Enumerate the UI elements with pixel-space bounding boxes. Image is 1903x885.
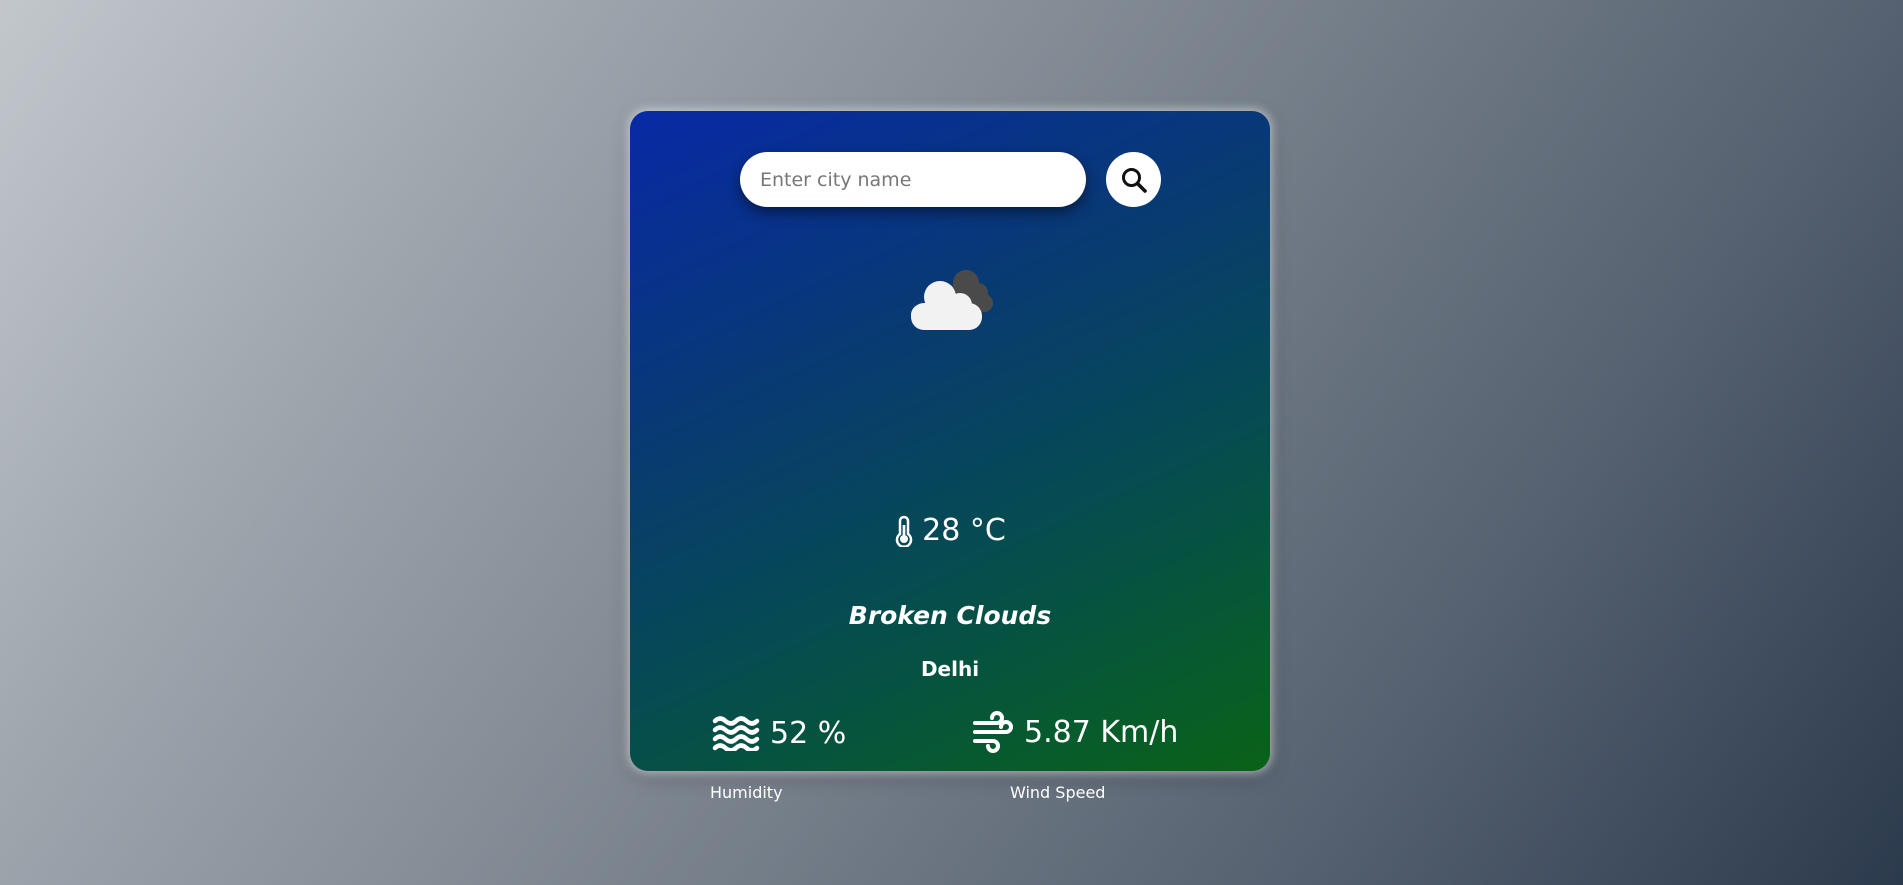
humidity-value: 52 % (770, 715, 847, 751)
weather-description: Broken Clouds (848, 601, 1052, 630)
wind-stat: 5.87 Km/h (972, 711, 1178, 753)
temperature-row: 28 °C (630, 513, 1270, 548)
city-search-input[interactable] (740, 152, 1086, 207)
search-icon (1121, 167, 1147, 193)
wind-speed-value: 5.87 Km/h (1024, 714, 1179, 750)
wind-icon (973, 711, 1013, 753)
humidity-stat: 52 % (712, 715, 846, 751)
broken-clouds-icon (911, 270, 993, 330)
temperature-value: 28 °C (922, 513, 1006, 548)
thermometer-icon (895, 515, 913, 547)
humidity-label: Humidity (710, 783, 783, 802)
water-waves-icon (712, 716, 760, 751)
city-name: Delhi (920, 657, 980, 681)
weather-card: 28 °C Broken Clouds Delhi 52 % Humidity (630, 111, 1270, 802)
search-button[interactable] (1106, 152, 1161, 207)
wind-speed-label: Wind Speed (1010, 783, 1106, 802)
